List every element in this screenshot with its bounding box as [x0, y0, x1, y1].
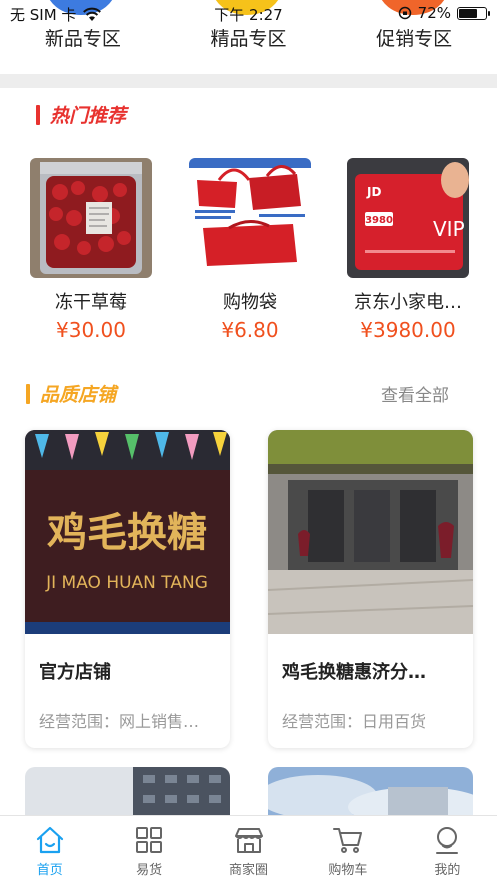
shop-sign-text: 鸡毛换糖: [47, 509, 207, 556]
clock: 下午 2:27: [214, 6, 283, 24]
shop-name: 鸡毛换糖惠济分…: [282, 662, 426, 683]
category-promo[interactable]: 促销专区: [331, 24, 497, 54]
hot-section-header: 热门推荐: [36, 101, 126, 128]
tab-home[interactable]: 首页: [0, 816, 99, 883]
product-card[interactable]: 冻干草莓 ¥30.00: [30, 158, 152, 342]
category-featured[interactable]: 精品专区: [166, 24, 332, 54]
orientation-lock-icon: [398, 6, 411, 20]
battery-percent: 72%: [417, 4, 451, 22]
shop-sign-pinyin: JI MAO HUAN TANG: [45, 573, 208, 593]
category-nav: 新品专区 精品专区 促销专区: [0, 24, 497, 54]
hot-section-title: 热门推荐: [50, 105, 127, 127]
profile-icon: [436, 827, 459, 854]
section-divider: [0, 74, 497, 88]
svg-text:3980: 3980: [365, 215, 393, 226]
product-image: [189, 158, 311, 278]
product-image: [30, 158, 152, 278]
shop-section-header: 品质店铺: [26, 380, 116, 407]
shop-name: 官方店铺: [39, 662, 111, 683]
product-card[interactable]: 购物袋 ¥6.80: [189, 158, 311, 342]
shop-card[interactable]: 鸡毛换糖 JI MAO HUAN TANG 官方店铺 经营范围：网上销售…: [25, 430, 230, 748]
hot-product-list: 冻干草莓 ¥30.00 购物袋 ¥6.80 3980 JD VIP 京东小家电……: [30, 158, 470, 348]
svg-text:JD: JD: [366, 185, 381, 199]
product-price: ¥3980.00: [360, 318, 456, 342]
section-accent-bar: [26, 383, 30, 404]
cart-icon: [332, 828, 362, 853]
tab-label: 我的: [434, 863, 461, 878]
shop-section-title: 品质店铺: [40, 384, 117, 406]
shop-card[interactable]: 鸡毛换糖惠济分… 经营范围：日用百货: [268, 430, 473, 748]
tab-label: 易货: [136, 863, 163, 878]
store-icon: [234, 828, 263, 853]
app-screen: 无 SIM 卡 下午 2:27 72% 新品专区 精品专区 促销专区 热门推荐 …: [0, 0, 497, 883]
tab-cart[interactable]: 购物车: [298, 816, 397, 883]
tab-bar: 首页 易货 商家圈 购物车 我的: [0, 815, 497, 883]
product-image: 3980 JD VIP: [347, 158, 469, 278]
home-icon: [36, 826, 63, 854]
product-name: 冻干草莓: [55, 292, 127, 313]
battery-level: [459, 8, 477, 18]
section-accent-bar: [36, 104, 40, 125]
product-card[interactable]: 3980 JD VIP 京东小家电… ¥3980.00: [347, 158, 469, 342]
shop-image: [268, 430, 473, 634]
tab-merchants[interactable]: 商家圈: [199, 816, 298, 883]
tab-barter[interactable]: 易货: [99, 816, 198, 883]
tab-profile[interactable]: 我的: [398, 816, 497, 883]
grid-icon: [136, 827, 163, 853]
see-all-link[interactable]: 查看全部: [381, 381, 449, 406]
card-vip-text: VIP: [433, 217, 465, 241]
shop-image: 鸡毛换糖 JI MAO HUAN TANG: [25, 430, 230, 634]
product-price: ¥30.00: [56, 318, 126, 342]
product-name: 京东小家电…: [354, 292, 462, 313]
product-name: 购物袋: [223, 292, 277, 313]
battery-icon: [457, 6, 490, 20]
tab-label: 首页: [36, 863, 63, 878]
tab-label: 商家圈: [229, 863, 269, 878]
category-new[interactable]: 新品专区: [0, 24, 166, 54]
tab-label: 购物车: [328, 863, 368, 878]
product-price: ¥6.80: [221, 318, 279, 342]
shop-scope: 经营范围：日用百货: [282, 712, 427, 731]
shop-scope: 经营范围：网上销售…: [39, 712, 200, 731]
